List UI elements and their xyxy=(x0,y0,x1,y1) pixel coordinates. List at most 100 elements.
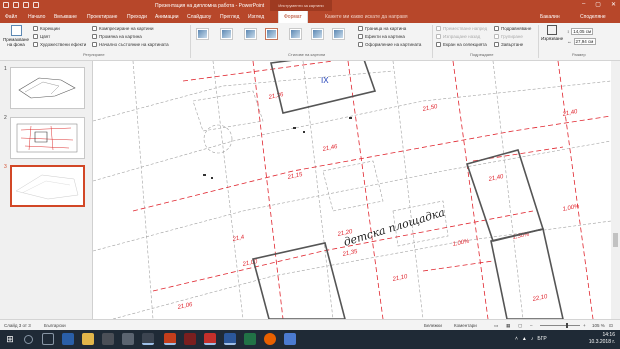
group-button[interactable]: Групиране xyxy=(494,34,523,39)
firefox-icon[interactable] xyxy=(264,333,276,345)
redo-icon[interactable] xyxy=(23,2,29,8)
pdf-reader-icon[interactable] xyxy=(184,333,196,345)
slide-thumbnail-2[interactable] xyxy=(10,117,85,159)
tab-view[interactable]: Изглед xyxy=(248,14,264,20)
zoom-slider[interactable] xyxy=(540,323,580,328)
change-picture-icon xyxy=(92,34,97,39)
picture-effects-button[interactable]: Ефекти на картина xyxy=(358,34,405,39)
height-value[interactable]: 14,05 см xyxy=(571,28,594,35)
corrections-button[interactable]: Корекции xyxy=(33,26,60,31)
picture-style-1[interactable] xyxy=(196,28,209,40)
slide-sorter-icon[interactable]: ▦ xyxy=(506,323,510,329)
clock-time: 14:16 xyxy=(602,332,615,338)
slide-thumbnail-3[interactable] xyxy=(10,165,85,207)
width-value[interactable]: 27,94 см xyxy=(573,38,596,45)
change-picture-button[interactable]: Промяна на картина xyxy=(92,34,142,39)
store-icon[interactable] xyxy=(102,333,114,345)
tab-transitions[interactable]: Преходи xyxy=(127,14,147,20)
vertical-scrollbar[interactable] xyxy=(611,61,620,319)
user-name[interactable]: Бакалин xyxy=(540,14,560,20)
tab-home[interactable]: Начало xyxy=(28,14,45,20)
site-plan-image[interactable]: 21,36 21,15 21,4 21,20 21,35 21,00 21,40… xyxy=(93,61,611,319)
artistic-effects-label: Художествени ефекти xyxy=(40,42,87,47)
picture-style-7[interactable] xyxy=(332,28,345,40)
slide-number: 3 xyxy=(4,164,7,170)
save-icon[interactable] xyxy=(3,2,9,8)
picture-layout-button[interactable]: Оформление на картината xyxy=(358,42,421,47)
task-view-icon[interactable] xyxy=(42,333,54,345)
acrobat-icon[interactable] xyxy=(204,333,216,345)
picture-style-2[interactable] xyxy=(220,28,233,40)
edge-browser-icon[interactable] xyxy=(62,333,74,345)
undo-icon[interactable] xyxy=(13,2,19,8)
color-button[interactable]: Цвят xyxy=(33,34,50,39)
slide-thumbnail-1[interactable] xyxy=(10,67,85,109)
tab-slideshow[interactable]: Слайдшоу xyxy=(187,14,211,20)
fit-to-window-icon[interactable]: ⊡ xyxy=(609,323,613,329)
tell-me-search[interactable]: Кажете ми какво искате да направя xyxy=(325,14,408,20)
system-tray: ˄ ▲ ♪ БГР xyxy=(515,336,547,342)
compress-pictures-button[interactable]: Компресиране на картини xyxy=(92,26,153,31)
windows-start-icon[interactable]: ⊞ xyxy=(4,333,16,345)
picture-styles-group-label: Стилове на картини xyxy=(288,52,326,57)
zoom-slider-handle[interactable] xyxy=(566,323,568,328)
media-player-icon[interactable] xyxy=(142,333,154,345)
tab-format[interactable]: Формат xyxy=(278,11,308,23)
reset-picture-button[interactable]: Начално състояние на картината xyxy=(92,42,169,47)
svg-text:21,10: 21,10 xyxy=(391,274,409,283)
artistic-effects-button[interactable]: Художествени ефекти xyxy=(33,42,86,47)
zoom-level[interactable]: 105 % xyxy=(592,323,605,328)
share-button[interactable]: Споделяне xyxy=(580,14,606,20)
zoom-in-icon[interactable]: + xyxy=(583,323,586,328)
close-button[interactable]: ✕ xyxy=(611,1,616,8)
minimize-button[interactable]: – xyxy=(582,1,585,8)
tab-design[interactable]: Проектиране xyxy=(87,14,117,20)
clock-date: 10.3.2018 г. xyxy=(588,339,615,345)
calculator-icon[interactable] xyxy=(122,333,134,345)
volume-icon[interactable]: ♪ xyxy=(531,336,534,342)
tab-insert[interactable]: Вмъкване xyxy=(54,14,77,20)
picture-border-button[interactable]: Граница на картина xyxy=(358,26,406,31)
change-picture-label: Промяна на картина xyxy=(99,34,142,39)
tab-file[interactable]: Файл xyxy=(5,14,17,20)
network-icon[interactable]: ▲ xyxy=(522,336,527,342)
align-button[interactable]: Подравняване xyxy=(494,26,531,31)
comments-button[interactable]: Коментари xyxy=(454,323,477,328)
selection-pane-button[interactable]: Екран на селекцията xyxy=(436,42,487,47)
picture-style-6[interactable] xyxy=(311,28,324,40)
width-field[interactable]: ↔ 27,94 см xyxy=(567,38,596,45)
remove-background-button[interactable]: Премахване на фона xyxy=(3,25,29,51)
crop-button[interactable]: Изрязване xyxy=(541,25,563,41)
keyboard-language[interactable]: БГР xyxy=(537,336,546,342)
send-backward-button[interactable]: Изпращане назад xyxy=(436,34,480,39)
picture-style-5[interactable] xyxy=(289,28,302,40)
picture-style-3[interactable] xyxy=(244,28,257,40)
picture-style-4[interactable] xyxy=(265,28,278,40)
picture-tools-context-tab: Инструменти за картини xyxy=(270,0,332,11)
zoom-out-icon[interactable]: – xyxy=(530,323,533,328)
height-field[interactable]: ↕ 14,05 см xyxy=(567,28,594,35)
search-icon[interactable] xyxy=(24,335,33,344)
bring-forward-button[interactable]: Преместване напред xyxy=(436,26,487,31)
slide-number: 1 xyxy=(4,66,7,72)
scrollbar-thumb[interactable] xyxy=(613,233,618,247)
tab-review[interactable]: Преглед xyxy=(220,14,239,20)
status-bar: Слайд 3 от 3 Български Бележки Коментари… xyxy=(0,319,620,330)
clock[interactable]: 14:16 10.3.2018 г. xyxy=(575,332,615,346)
app-icon[interactable] xyxy=(284,333,296,345)
adjust-group-label: Регулиране xyxy=(83,52,105,57)
rotate-button[interactable]: Завъртане xyxy=(494,42,523,47)
reading-view-icon[interactable]: ▢ xyxy=(518,323,522,329)
normal-view-icon[interactable]: ▭ xyxy=(494,323,498,329)
chevron-up-icon[interactable]: ˄ xyxy=(515,336,518,342)
tab-animations[interactable]: Анимации xyxy=(155,14,179,20)
powerpoint-icon[interactable] xyxy=(164,333,176,345)
start-slideshow-icon[interactable] xyxy=(33,2,39,8)
language-indicator[interactable]: Български xyxy=(44,323,66,328)
excel-icon[interactable] xyxy=(244,333,256,345)
notes-button[interactable]: Бележки xyxy=(424,323,442,328)
slide-canvas[interactable]: 21,36 21,15 21,4 21,20 21,35 21,00 21,40… xyxy=(93,61,611,319)
maximize-button[interactable]: ▢ xyxy=(595,1,601,8)
file-explorer-icon[interactable] xyxy=(82,333,94,345)
word-icon[interactable] xyxy=(224,333,236,345)
